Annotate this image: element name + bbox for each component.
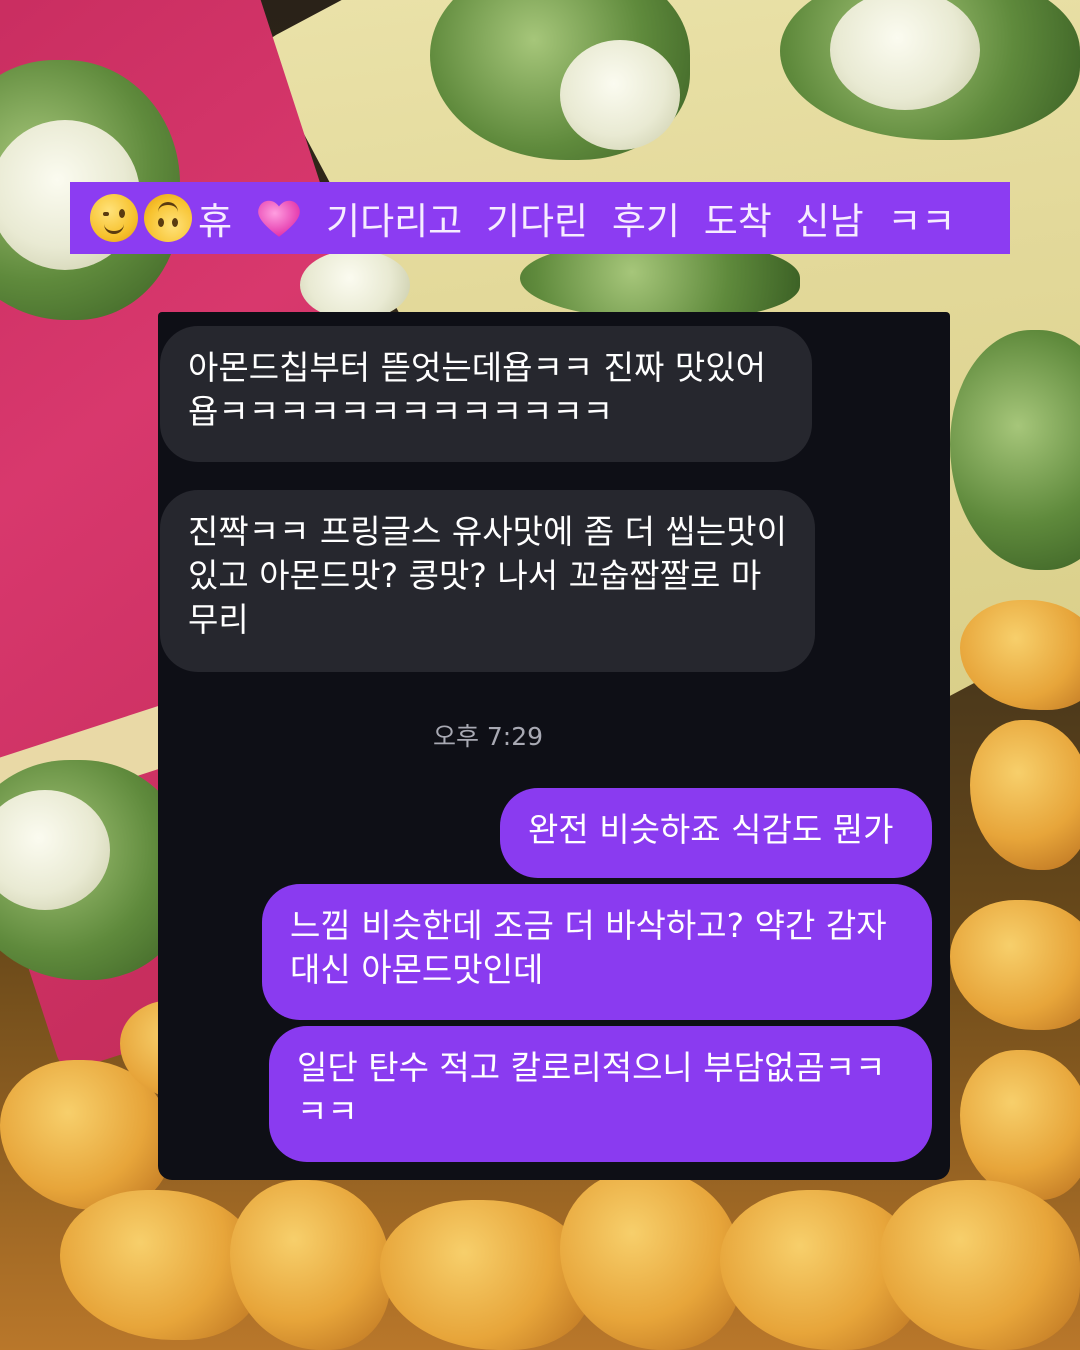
incoming-message: 진짝ㅋㅋ 프링글스 유사맛에 좀 더 씹는맛이 있고 아몬드맛? 콩맛? 나서 … [160, 490, 815, 672]
banner-word: 휴 [198, 200, 233, 243]
outgoing-message: 완전 비슷하죠 식감도 뭔가 [500, 788, 932, 878]
cauliflower-decoration [300, 250, 410, 320]
puff-snack [230, 1180, 390, 1350]
puff-snack [960, 1050, 1080, 1200]
heart-icon [258, 200, 300, 237]
winking-face-icon [90, 194, 138, 242]
chat-screenshot: 아몬드칩부터 뜯엇는데욥ㅋㅋ 진짜 맛있어욥ㅋㅋㅋㅋㅋㅋㅋㅋㅋㅋㅋㅋㅋ 진짝ㅋㅋ… [158, 312, 950, 1180]
puff-snack [560, 1170, 740, 1350]
puff-snack [950, 900, 1080, 1030]
incoming-message: 아몬드칩부터 뜯엇는데욥ㅋㅋ 진짜 맛있어욥ㅋㅋㅋㅋㅋㅋㅋㅋㅋㅋㅋㅋㅋ [160, 326, 812, 462]
puff-snack [380, 1200, 590, 1350]
puff-snack [880, 1180, 1080, 1350]
caption-banner: 휴 기다리고 기다린 후기 도착 신남 ㅋㅋ [70, 182, 1010, 254]
puff-snack [960, 600, 1080, 710]
cauliflower-decoration [560, 40, 680, 150]
puff-snack [970, 720, 1080, 870]
banner-caption: 기다리고 기다린 후기 도착 신남 ㅋㅋ [326, 200, 956, 243]
outgoing-message: 일단 탄수 적고 칼로리적으니 부담없곰ㅋㅋㅋㅋ [269, 1026, 932, 1162]
upside-down-face-icon [144, 194, 192, 242]
outgoing-message: 느낌 비슷한데 조금 더 바삭하고? 약간 감자대신 아몬드맛인데 [262, 884, 932, 1020]
message-timestamp: 오후 7:29 [432, 722, 544, 751]
